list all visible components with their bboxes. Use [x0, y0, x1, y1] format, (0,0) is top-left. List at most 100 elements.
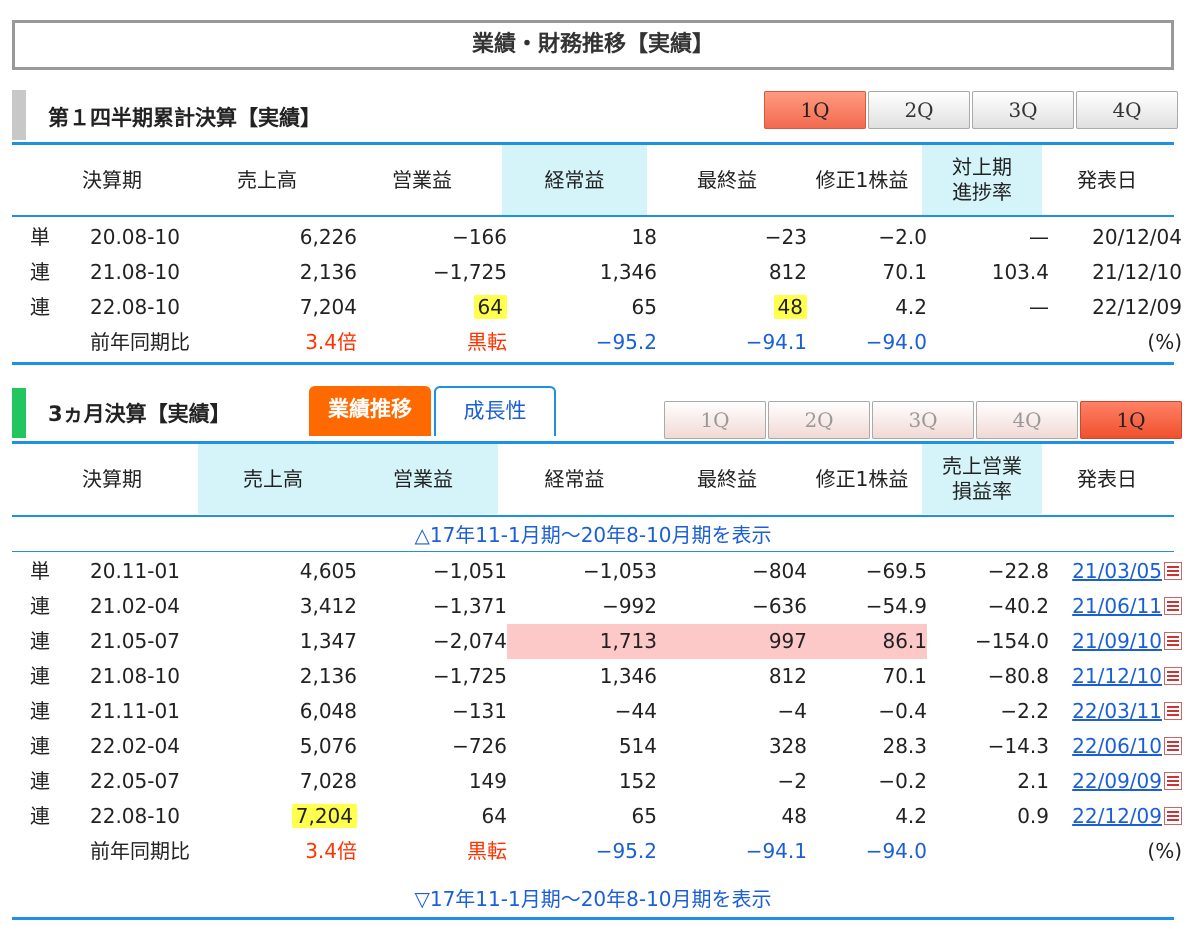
header-period: 決算期 [82, 167, 142, 192]
row-period: 21.11-01 [90, 699, 180, 723]
tab-performance-trend[interactable]: 業績推移 [309, 386, 431, 436]
header-operating: 営業益 [392, 167, 452, 192]
row-eps: −0.2 [878, 769, 927, 793]
row-operating: 149 [468, 769, 507, 793]
row-eps: −0.4 [878, 699, 927, 723]
row-ordinary: 18 [631, 225, 657, 249]
row-margin: −2.2 [1000, 699, 1049, 723]
announcement-date-link[interactable]: 22/09/09 [1072, 769, 1162, 793]
pdf-icon[interactable] [1164, 632, 1182, 650]
yoy-unit: (%) [1147, 330, 1182, 354]
row-operating: −131 [452, 699, 507, 723]
yoy-eps: −94.0 [865, 330, 927, 354]
tab-growth[interactable]: 成長性 [434, 386, 556, 436]
yoy-row: 前年同期比 3.4倍 黒転 −95.2 −94.1 −94.0 (%) [12, 325, 1182, 360]
tab-1q[interactable]: 1Q [764, 91, 866, 129]
tab-2q[interactable]: 2Q [868, 91, 970, 129]
row-operating: −1,725 [432, 260, 507, 284]
row-sales: 3,412 [299, 594, 357, 618]
yoy-net: −94.1 [745, 839, 807, 863]
row-eps: 70.1 [882, 664, 927, 688]
tab-4q[interactable]: 4Q [1076, 91, 1178, 129]
tab-2q[interactable]: 2Q [768, 401, 870, 439]
show-older-periods-link[interactable]: △17年11-1月期～20年8-10月期を表示 [12, 519, 1174, 551]
row-period: 22.08-10 [90, 804, 180, 828]
header-sales: 売上高 [237, 167, 297, 192]
row-operating: 64 [481, 804, 507, 828]
row-margin: 0.9 [1017, 804, 1049, 828]
yoy-ordinary: −95.2 [595, 839, 657, 863]
yoy-operating: 黒転 [467, 839, 507, 863]
row-operating: −726 [452, 734, 507, 758]
announcement-date-link[interactable]: 22/03/11 [1072, 699, 1162, 723]
row-period: 21.08-10 [90, 260, 180, 284]
row-type: 連 [30, 664, 50, 688]
row-date: 21/09/10 [1052, 624, 1182, 659]
row-operating: −1,725 [432, 664, 507, 688]
yoy-sales: 3.4倍 [305, 330, 357, 354]
row-type: 連 [30, 629, 50, 653]
row-ordinary: −1,053 [582, 559, 657, 583]
header-margin: 売上営業 損益率 [922, 444, 1042, 514]
table-row: 連 22.05-07 7,028 149 152 −2 −0.2 2.1 22/09/09 [12, 764, 1182, 799]
highlighted-value: 7,204 [291, 804, 357, 828]
header-progress: 対上期 進捗率 [922, 145, 1042, 215]
row-type: 連 [30, 295, 50, 319]
announcement-date-link[interactable]: 21/06/11 [1072, 594, 1162, 618]
header-ordinary: 経常益 [502, 145, 647, 215]
yoy-net: −94.1 [745, 330, 807, 354]
highlighted-value: 48 [773, 295, 807, 319]
row-eps: 70.1 [882, 260, 927, 284]
tab-3q[interactable]: 3Q [972, 91, 1074, 129]
pdf-icon[interactable] [1164, 807, 1182, 825]
header-ordinary: 経常益 [544, 466, 605, 491]
row-progress: 103.4 [991, 260, 1049, 284]
tab-1q[interactable]: 1Q [664, 401, 766, 439]
pdf-icon[interactable] [1164, 562, 1182, 580]
announcement-date-link[interactable]: 22/12/09 [1072, 804, 1162, 828]
highlighted-value: 64 [473, 295, 507, 319]
row-date: 22/03/11 [1052, 694, 1182, 729]
row-net: 48 [657, 290, 807, 325]
row-ordinary: −44 [614, 699, 657, 723]
row-sales: 7,204 [299, 295, 357, 319]
row-ordinary: 1,713 [507, 624, 657, 659]
yoy-ordinary: −95.2 [595, 330, 657, 354]
row-sales: 7,028 [299, 769, 357, 793]
pdf-icon[interactable] [1164, 667, 1182, 685]
row-margin: −14.3 [987, 734, 1049, 758]
table-row: 連 22.02-04 5,076 −726 514 328 28.3 −14.3 22/06/1… [12, 729, 1182, 764]
announcement-date-link[interactable]: 21/03/05 [1072, 559, 1162, 583]
row-period: 21.08-10 [90, 664, 180, 688]
yoy-label: 前年同期比 [90, 839, 190, 863]
row-eps: 4.2 [895, 804, 927, 828]
yoy-label: 前年同期比 [90, 330, 190, 354]
row-ordinary: 514 [618, 734, 657, 758]
table-row: 連 21.11-01 6,048 −131 −44 −4 −0.4 −2.2 22/03/11 [12, 694, 1182, 729]
tab-1q-next[interactable]: 1Q [1080, 401, 1182, 439]
row-net: −4 [777, 699, 807, 723]
announcement-date-link[interactable]: 21/09/10 [1072, 629, 1162, 653]
pdf-icon[interactable] [1164, 597, 1182, 615]
row-margin: −154.0 [974, 629, 1049, 653]
pdf-icon[interactable] [1164, 737, 1182, 755]
row-ordinary: −992 [602, 594, 657, 618]
row-net: 812 [768, 260, 807, 284]
section-marker [12, 90, 26, 140]
row-net: −636 [752, 594, 807, 618]
row-eps: −69.5 [865, 559, 927, 583]
show-older-periods-link-bottom[interactable]: ▽17年11-1月期～20年8-10月期を表示 [12, 883, 1174, 915]
pdf-icon[interactable] [1164, 702, 1182, 720]
tab-4q[interactable]: 4Q [976, 401, 1078, 439]
row-date: 21/06/11 [1052, 589, 1182, 624]
row-period: 21.05-07 [90, 629, 180, 653]
row-ordinary: 65 [631, 804, 657, 828]
pdf-icon[interactable] [1164, 772, 1182, 790]
row-net: 997 [657, 624, 807, 659]
announcement-date-link[interactable]: 22/06/10 [1072, 734, 1162, 758]
announcement-date-link[interactable]: 21/12/10 [1072, 664, 1162, 688]
row-period: 21.02-04 [90, 594, 180, 618]
tab-3q[interactable]: 3Q [872, 401, 974, 439]
row-net: −23 [764, 225, 807, 249]
section-marker [12, 388, 26, 438]
